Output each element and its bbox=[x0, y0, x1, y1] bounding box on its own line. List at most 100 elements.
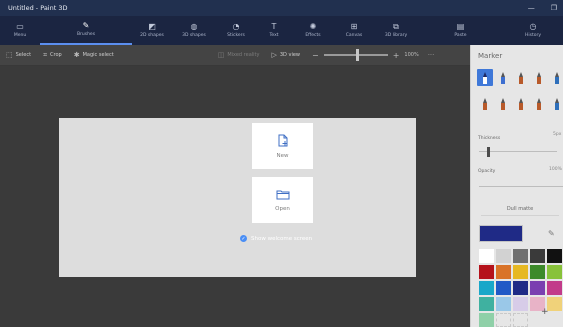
panel-title: Marker bbox=[478, 52, 503, 60]
checkmark-icon: ✓ bbox=[240, 235, 247, 242]
palette-color-swatch[interactable] bbox=[479, 297, 494, 311]
zoom-control: − + 100% ··· bbox=[312, 49, 435, 61]
brush-oil-brush[interactable] bbox=[513, 69, 529, 86]
thickness-slider[interactable] bbox=[479, 147, 557, 157]
brush-watercolor[interactable] bbox=[531, 69, 547, 86]
ribbon-effects-button[interactable]: ✺ Effects bbox=[292, 16, 334, 45]
palette-color-swatch[interactable] bbox=[513, 281, 528, 295]
oil-brush-icon bbox=[519, 71, 523, 84]
2d-shapes-icon: ◩ bbox=[148, 22, 156, 31]
palette-color-swatch[interactable] bbox=[496, 297, 511, 311]
palette-color-swatch[interactable] bbox=[479, 281, 494, 295]
zoom-out-button[interactable]: − bbox=[312, 51, 319, 60]
palette-color-swatch[interactable] bbox=[547, 281, 562, 295]
pixel-pen-icon bbox=[555, 71, 559, 84]
calligraphy-pen-icon bbox=[501, 71, 505, 84]
finish-dropdown[interactable]: Dull matte bbox=[481, 203, 559, 216]
add-color-button[interactable]: + bbox=[541, 307, 549, 317]
ribbon-menu-button[interactable]: ▭ Menu bbox=[0, 16, 40, 45]
zoom-percent: 100% bbox=[404, 52, 419, 58]
palette-color-swatch[interactable] bbox=[479, 313, 494, 327]
side-panel: Marker Thickness 5px Opacity 100% Dull m… bbox=[470, 45, 563, 327]
brush-crayon[interactable] bbox=[513, 95, 529, 112]
ribbon-2d-shapes-button[interactable]: ◩ 2D shapes bbox=[132, 16, 172, 45]
current-color-swatch[interactable] bbox=[479, 225, 523, 242]
zoom-slider-thumb[interactable] bbox=[355, 49, 359, 61]
brush-eraser[interactable] bbox=[495, 95, 511, 112]
magic-select-button[interactable]: ✱ Magic select bbox=[68, 51, 120, 59]
zoom-in-button[interactable]: + bbox=[393, 51, 400, 60]
ribbon-3d-shapes-button[interactable]: ◍ 3D shapes bbox=[172, 16, 216, 45]
window-controls: — ❐ bbox=[528, 0, 557, 16]
palette-color-swatch[interactable] bbox=[547, 297, 562, 311]
new-label: New bbox=[276, 152, 289, 159]
show-welcome-checkbox[interactable]: ✓ Show welcome screen bbox=[240, 235, 312, 242]
palette-color-swatch[interactable] bbox=[479, 265, 494, 279]
3d-view-button[interactable]: ▷ 3D view bbox=[265, 51, 306, 59]
ribbon-text-button[interactable]: T Text bbox=[256, 16, 292, 45]
ribbon-canvas-button[interactable]: ⊞ Canvas bbox=[334, 16, 374, 45]
brush-pencil[interactable] bbox=[477, 95, 493, 112]
palette-color-swatch[interactable] bbox=[547, 249, 562, 263]
select-label: Select bbox=[15, 52, 32, 58]
palette-color-swatch[interactable] bbox=[496, 281, 511, 295]
crop-icon: ⌗ bbox=[43, 50, 48, 59]
select-button[interactable]: ⬚ Select bbox=[0, 51, 37, 59]
empty-color-slot[interactable] bbox=[513, 313, 528, 327]
fill-icon bbox=[555, 97, 559, 110]
brush-spray-can[interactable] bbox=[531, 95, 547, 112]
sticker-icon: ◔ bbox=[232, 22, 240, 31]
title-bar: Untitled - Paint 3D — ❐ bbox=[0, 0, 563, 16]
empty-color-slot[interactable] bbox=[496, 313, 511, 327]
ribbon-brushes-button[interactable]: ✎ Brushes bbox=[40, 16, 132, 45]
palette-color-swatch[interactable] bbox=[547, 265, 562, 279]
paste-icon: ▤ bbox=[456, 22, 465, 31]
mixed-reality-button[interactable]: ◫ Mixed reality bbox=[212, 51, 266, 59]
brush-pixel-pen[interactable] bbox=[549, 69, 563, 86]
spray-can-icon bbox=[537, 97, 541, 110]
palette-color-swatch[interactable] bbox=[479, 249, 494, 263]
palette-color-swatch[interactable] bbox=[496, 249, 511, 263]
thickness-value[interactable]: 5px bbox=[553, 132, 561, 137]
palette-color-swatch[interactable] bbox=[530, 281, 545, 295]
opacity-value[interactable]: 100% bbox=[549, 167, 562, 172]
thickness-label: Thickness bbox=[478, 136, 501, 141]
palette-color-swatch[interactable] bbox=[530, 249, 545, 263]
minimize-button[interactable]: — bbox=[528, 4, 535, 12]
crop-button[interactable]: ⌗ Crop bbox=[37, 51, 68, 60]
restore-button[interactable]: ❐ bbox=[551, 4, 557, 12]
palette-color-swatch[interactable] bbox=[513, 297, 528, 311]
zoom-slider[interactable] bbox=[323, 49, 388, 61]
window-title: Untitled - Paint 3D bbox=[8, 4, 68, 12]
ribbon-3d-library-button[interactable]: ⧉ 3D library bbox=[374, 16, 418, 45]
opacity-label: Opacity bbox=[478, 169, 496, 174]
palette-color-swatch[interactable] bbox=[513, 249, 528, 263]
ribbon-stickers-button[interactable]: ◔ Stickers bbox=[216, 16, 256, 45]
opacity-slider[interactable] bbox=[479, 186, 563, 187]
history-icon: ◷ bbox=[529, 22, 537, 31]
palette-color-swatch[interactable] bbox=[530, 265, 545, 279]
more-options-button[interactable]: ··· bbox=[428, 51, 435, 59]
brush-icon: ✎ bbox=[82, 21, 90, 30]
marker-icon bbox=[483, 71, 487, 84]
show-welcome-label: Show welcome screen bbox=[251, 235, 313, 242]
brush-fill[interactable] bbox=[549, 95, 563, 112]
open-label: Open bbox=[275, 205, 290, 212]
ribbon-history-button[interactable]: ◷ History bbox=[503, 16, 563, 45]
canvas-icon: ⊞ bbox=[350, 22, 358, 31]
brush-marker[interactable] bbox=[477, 69, 493, 86]
open-button[interactable]: Open bbox=[252, 177, 313, 223]
ribbon-toolbar: ▭ Menu ✎ Brushes ◩ 2D shapes ◍ 3D shapes ◔ Sticke… bbox=[0, 16, 563, 45]
palette-color-swatch[interactable] bbox=[513, 265, 528, 279]
eyedropper-icon[interactable]: ✎ bbox=[548, 229, 555, 238]
canvas-area: New Open ✓ Show welcome screen bbox=[0, 66, 470, 327]
mixed-reality-label: Mixed reality bbox=[227, 52, 260, 58]
pencil-icon bbox=[483, 97, 487, 110]
new-button[interactable]: New bbox=[252, 123, 313, 169]
ribbon-label: Menu bbox=[13, 33, 27, 38]
brush-grid bbox=[477, 69, 563, 112]
ribbon-paste-button[interactable]: ▤ Paste bbox=[418, 16, 503, 45]
thickness-slider-thumb[interactable] bbox=[487, 147, 490, 157]
palette-color-swatch[interactable] bbox=[496, 265, 511, 279]
brush-calligraphy-pen[interactable] bbox=[495, 69, 511, 86]
